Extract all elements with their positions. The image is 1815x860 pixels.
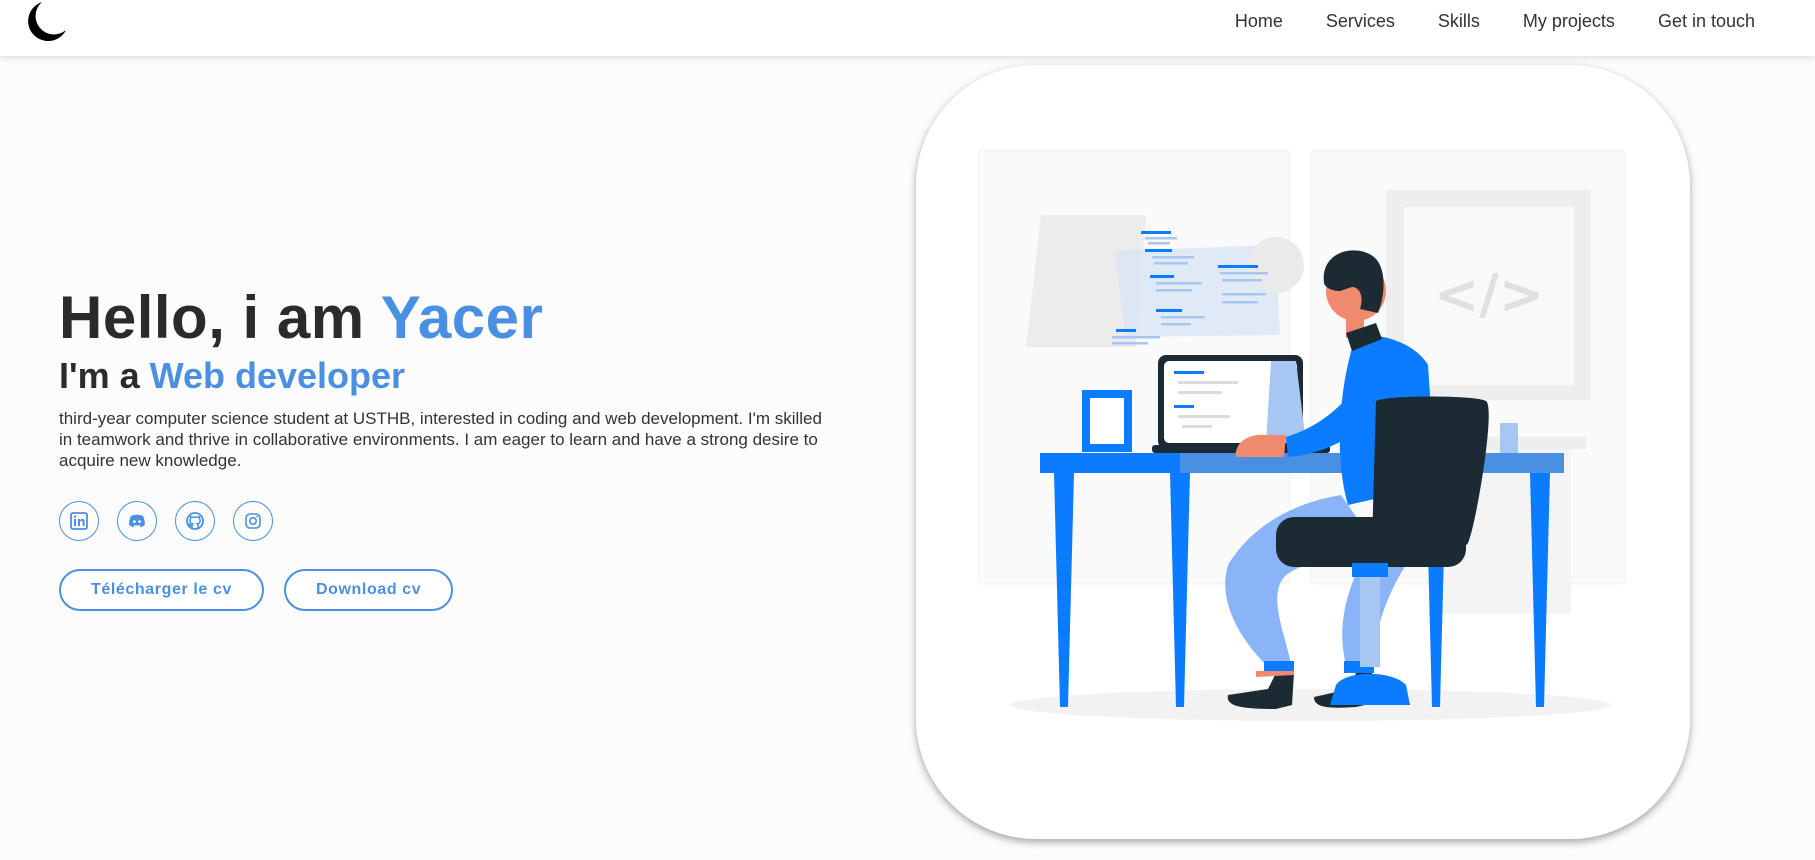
linkedin-link[interactable] <box>59 501 99 541</box>
hero-section: Hello, i am Yacer I'm a Web developer th… <box>59 282 839 611</box>
instagram-link[interactable] <box>233 501 273 541</box>
top-navbar: Home Services Skills My projects Get in … <box>0 0 1815 56</box>
hero-subtitle: I'm a Web developer <box>59 354 839 398</box>
instagram-icon <box>245 513 261 529</box>
linkedin-icon <box>70 512 88 530</box>
crescent-moon-icon[interactable] <box>20 0 68 46</box>
cv-buttons: Télécharger le cv Download cv <box>59 569 839 611</box>
hero-title: Hello, i am Yacer <box>59 282 839 354</box>
nav-home[interactable]: Home <box>1235 11 1283 32</box>
discord-icon <box>129 514 145 528</box>
hero-name: Yacer <box>380 284 544 351</box>
github-link[interactable] <box>175 501 215 541</box>
hero-role: Web developer <box>149 355 406 396</box>
nav-services[interactable]: Services <box>1326 11 1395 32</box>
social-links <box>59 501 839 541</box>
nav-get-in-touch[interactable]: Get in touch <box>1658 11 1755 32</box>
hero-bio: third-year computer science student at U… <box>59 409 822 470</box>
code-symbol: </> <box>1434 263 1544 326</box>
download-cv-fr-button[interactable]: Télécharger le cv <box>59 569 264 611</box>
role-prefix: I'm a <box>59 355 150 396</box>
nav-skills[interactable]: Skills <box>1438 11 1480 32</box>
github-icon <box>186 512 204 530</box>
main-nav: Home Services Skills My projects Get in … <box>1192 0 1755 42</box>
discord-link[interactable] <box>117 501 157 541</box>
nav-my-projects[interactable]: My projects <box>1523 11 1615 32</box>
download-cv-en-button[interactable]: Download cv <box>283 569 454 611</box>
illustration-card: </> <box>916 65 1690 839</box>
greeting-text: Hello, i am <box>59 284 381 351</box>
developer-at-desk-illustration: </> <box>977 149 1626 721</box>
